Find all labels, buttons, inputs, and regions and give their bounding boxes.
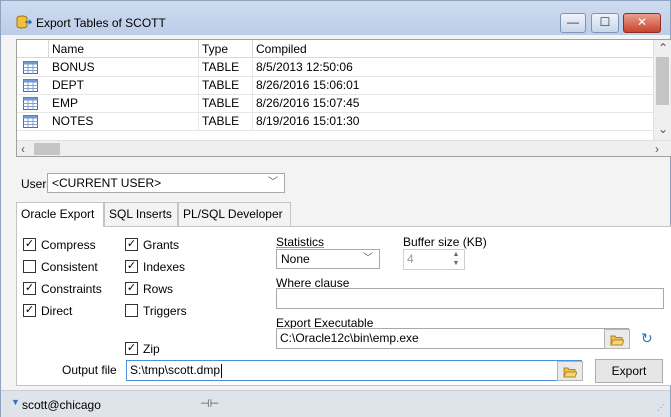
connection-status[interactable]: scott@chicago xyxy=(22,398,101,412)
database-export-icon xyxy=(16,15,32,29)
vertical-scroll-thumb[interactable] xyxy=(656,57,669,105)
column-header-name[interactable]: Name xyxy=(49,40,199,58)
tables-grid[interactable]: Name Type Compiled BONUS TABLE 8/5/2013 … xyxy=(16,39,671,157)
direct-label: Direct xyxy=(41,304,73,318)
export-button[interactable]: Export xyxy=(595,359,663,383)
scroll-right-icon[interactable]: › xyxy=(655,142,659,156)
consistent-label: Consistent xyxy=(41,260,98,274)
checkbox-check-icon: ✓ xyxy=(125,282,138,295)
buffer-size-label: Buffer size (KB) xyxy=(403,235,487,249)
cell-name: BONUS xyxy=(49,59,199,77)
table-row[interactable]: DEPT TABLE 8/26/2016 15:06:01 xyxy=(17,77,653,95)
checkbox-check-icon: ✓ xyxy=(125,342,138,355)
oracle-export-panel: ✓ Compress Consistent ✓ Constraints ✓ Direc… xyxy=(16,226,671,386)
table-icon xyxy=(23,97,38,110)
minimize-button[interactable]: — xyxy=(560,13,586,33)
user-select-value: <CURRENT USER> xyxy=(52,176,162,190)
tab-oracle-export[interactable]: Oracle Export xyxy=(16,202,104,227)
checkbox-empty-icon xyxy=(23,260,36,273)
maximize-icon: ☐ xyxy=(599,15,611,29)
horizontal-scrollbar[interactable]: ‹ › xyxy=(17,140,671,156)
close-button[interactable]: ✕ xyxy=(623,13,661,33)
cell-type: TABLE xyxy=(199,95,253,113)
checkbox-empty-icon xyxy=(125,304,138,317)
scroll-left-icon[interactable]: ‹ xyxy=(21,142,25,156)
statistics-select-value: None xyxy=(281,252,310,266)
folder-open-icon xyxy=(563,367,578,378)
checkbox-check-icon: ✓ xyxy=(125,238,138,251)
compress-label: Compress xyxy=(41,238,96,252)
tab-sql-inserts[interactable]: SQL Inserts xyxy=(104,202,178,226)
tab-plsql-developer[interactable]: PL/SQL Developer xyxy=(178,202,291,226)
title-bar: Export Tables of SCOTT — ☐ ✕ xyxy=(1,1,670,35)
cell-compiled: 8/19/2016 15:01:30 xyxy=(256,114,360,128)
buffer-size-input[interactable]: 4 ▲ ▼ xyxy=(403,249,465,270)
column-header-compiled[interactable]: Compiled xyxy=(253,40,653,58)
browse-output-button[interactable] xyxy=(557,361,583,381)
cell-type: TABLE xyxy=(199,113,253,131)
statistics-select[interactable]: None ﹀ xyxy=(276,249,380,269)
user-select[interactable]: <CURRENT USER> ﹀ xyxy=(47,173,285,193)
cell-name: NOTES xyxy=(49,113,199,131)
dropdown-triangle-icon[interactable]: ▼ xyxy=(11,397,20,407)
cell-name: EMP xyxy=(49,95,199,113)
table-icon xyxy=(23,79,38,92)
table-icon xyxy=(23,115,38,128)
zip-label: Zip xyxy=(143,342,160,356)
scroll-down-icon[interactable]: ⌄ xyxy=(658,122,668,136)
indexes-label: Indexes xyxy=(143,260,186,274)
pin-icon[interactable]: ⊣⊢ xyxy=(200,397,219,410)
maximize-button[interactable]: ☐ xyxy=(591,13,619,33)
status-bar: ▼ scott@chicago ⊣⊢ ⋰ xyxy=(1,390,670,417)
output-file-value: S:\tmp\scott.dmp xyxy=(130,363,221,377)
export-executable-input[interactable]: C:\Oracle12c\bin\emp.exe xyxy=(276,328,629,349)
user-label: User xyxy=(21,177,47,191)
table-row[interactable]: BONUS TABLE 8/5/2013 12:50:06 xyxy=(17,59,653,77)
header-icon-column xyxy=(17,40,49,58)
cell-name: DEPT xyxy=(49,77,199,95)
resize-grip-icon[interactable]: ⋰ xyxy=(657,403,665,412)
column-header-type[interactable]: Type xyxy=(199,40,253,58)
cell-type: TABLE xyxy=(199,59,253,77)
table-row[interactable]: EMP TABLE 8/26/2016 15:07:45 xyxy=(17,95,653,113)
constraints-label: Constraints xyxy=(41,282,102,296)
statistics-label: Statistics xyxy=(276,235,325,249)
export-tables-window: Export Tables of SCOTT — ☐ ✕ Name Type C… xyxy=(0,0,671,417)
cell-type: TABLE xyxy=(199,77,253,95)
cell-compiled: 8/5/2013 12:50:06 xyxy=(256,60,353,74)
minimize-icon: — xyxy=(567,15,579,29)
output-file-input[interactable]: S:\tmp\scott.dmp xyxy=(126,360,582,381)
folder-open-icon xyxy=(610,335,625,346)
horizontal-scroll-thumb[interactable] xyxy=(34,143,60,155)
table-icon xyxy=(23,61,38,74)
checkbox-check-icon: ✓ xyxy=(23,238,36,251)
grid-header: Name Type Compiled xyxy=(17,40,653,58)
browse-executable-button[interactable] xyxy=(604,329,630,349)
buffer-size-value: 4 xyxy=(407,252,414,266)
close-icon: ✕ xyxy=(636,15,648,29)
text-cursor xyxy=(221,363,223,378)
scroll-up-icon[interactable]: ⌃ xyxy=(658,41,668,55)
where-clause-input[interactable] xyxy=(276,288,664,309)
spin-up-icon[interactable]: ▲ xyxy=(450,250,462,259)
cell-compiled: 8/26/2016 15:06:01 xyxy=(256,78,360,92)
export-executable-value: C:\Oracle12c\bin\emp.exe xyxy=(280,331,419,345)
chevron-down-icon: ﹀ xyxy=(268,177,278,188)
checkbox-check-icon: ✓ xyxy=(125,260,138,273)
checkbox-check-icon: ✓ xyxy=(23,282,36,295)
window-title: Export Tables of SCOTT xyxy=(36,16,166,30)
grants-label: Grants xyxy=(143,238,180,252)
refresh-icon[interactable]: ↻ xyxy=(641,330,653,347)
chevron-down-icon: ﹀ xyxy=(363,253,373,264)
output-file-label: Output file xyxy=(62,363,117,377)
cell-compiled: 8/26/2016 15:07:45 xyxy=(256,96,360,110)
spin-down-icon[interactable]: ▼ xyxy=(450,259,462,268)
vertical-scrollbar[interactable]: ⌃ ⌄ xyxy=(653,40,671,140)
checkbox-check-icon: ✓ xyxy=(23,304,36,317)
table-row[interactable]: NOTES TABLE 8/19/2016 15:01:30 xyxy=(17,113,653,131)
triggers-label: Triggers xyxy=(143,304,187,318)
rows-label: Rows xyxy=(143,282,174,296)
